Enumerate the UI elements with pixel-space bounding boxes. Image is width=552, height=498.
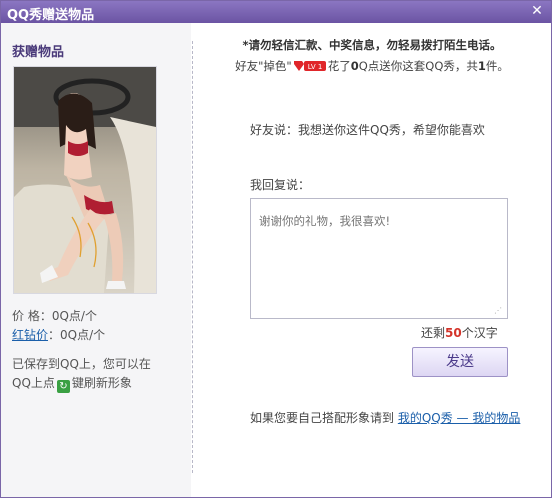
window-title: QQ秀赠送物品 <box>7 8 95 23</box>
gift-photo <box>13 66 157 294</box>
refresh-icon[interactable]: ↻ <box>56 380 70 393</box>
gift-photo-image <box>14 67 156 293</box>
gift-heading: 获赠物品 <box>12 45 65 60</box>
counter-number: 50 <box>445 326 462 340</box>
red-diamond-value: ：0Q点/个 <box>48 328 106 342</box>
friend-message: 好友说：我想送你这件QQ秀，希望你能喜欢 <box>250 123 485 137</box>
reply-input[interactable] <box>251 199 507 321</box>
price-row: 价 格：0Q点/个 <box>12 307 97 324</box>
footer-line: 如果您要自己搭配形象请到 我的QQ秀 — 我的物品 <box>250 409 520 426</box>
friend-name: 好友"掉色" <box>235 59 292 73</box>
resize-grip-icon[interactable]: ⋰ <box>494 307 504 315</box>
footer-text: 如果您要自己搭配形象请到 <box>250 411 398 425</box>
reply-box[interactable]: ⋰ <box>250 198 508 321</box>
price-value: 0Q点/个 <box>51 309 97 323</box>
red-diamond-row: 红钻价：0Q点/个 <box>12 326 105 343</box>
saved-text-part-a: QQ上点 <box>12 376 55 390</box>
send-button[interactable]: 发送 <box>412 347 508 377</box>
gift-window: QQ秀赠送物品 ✕ 获赠物品 价 格：0Q点/个 红钻价：0Q点/个 已保存到Q… <box>0 0 552 498</box>
friend-mid-2: Q点送你这套QQ秀，共 <box>358 59 478 73</box>
saved-text-line-1: 已保存到QQ上，您可以在 <box>12 357 151 371</box>
my-qq-show-link[interactable]: 我的QQ秀 — 我的物品 <box>398 411 521 425</box>
price-label: 价 格： <box>12 309 52 323</box>
char-counter: 还剩50个汉字 <box>421 324 498 341</box>
friend-suffix: 件。 <box>485 59 509 73</box>
counter-suffix: 个汉字 <box>461 326 498 340</box>
friend-item-count: 1 <box>477 59 486 73</box>
title-bar[interactable]: QQ秀赠送物品 ✕ <box>1 1 551 23</box>
close-icon[interactable]: ✕ <box>530 4 544 18</box>
gift-panel: 获赠物品 价 格：0Q点/个 红钻价：0Q点/个 已保存到QQ上，您可以在 QQ… <box>1 23 191 497</box>
security-warning: *请勿轻信汇款、中奖信息，勿轻易拨打陌生电话。 <box>242 38 502 52</box>
message-panel: *请勿轻信汇款、中奖信息，勿轻易拨打陌生电话。 好友"掉色" LV 1 花了0Q点送… <box>193 23 551 497</box>
reply-label: 我回复说： <box>250 178 311 192</box>
friend-q-amount: 0 <box>350 59 359 73</box>
saved-text-line-2: QQ上点 ↻ 键刷新形象 <box>12 374 132 393</box>
friend-mid-1: 花了 <box>327 59 351 73</box>
level-badge-icon: LV 1 <box>293 61 326 71</box>
counter-prefix: 还剩 <box>421 326 446 340</box>
gift-sender-line: 好友"掉色" LV 1 花了0Q点送你这套QQ秀，共1件。 <box>193 58 551 74</box>
saved-text-part-b: 键刷新形象 <box>71 376 132 390</box>
level-badge-text: LV 1 <box>307 63 322 71</box>
red-diamond-link[interactable]: 红钻价 <box>12 328 48 342</box>
